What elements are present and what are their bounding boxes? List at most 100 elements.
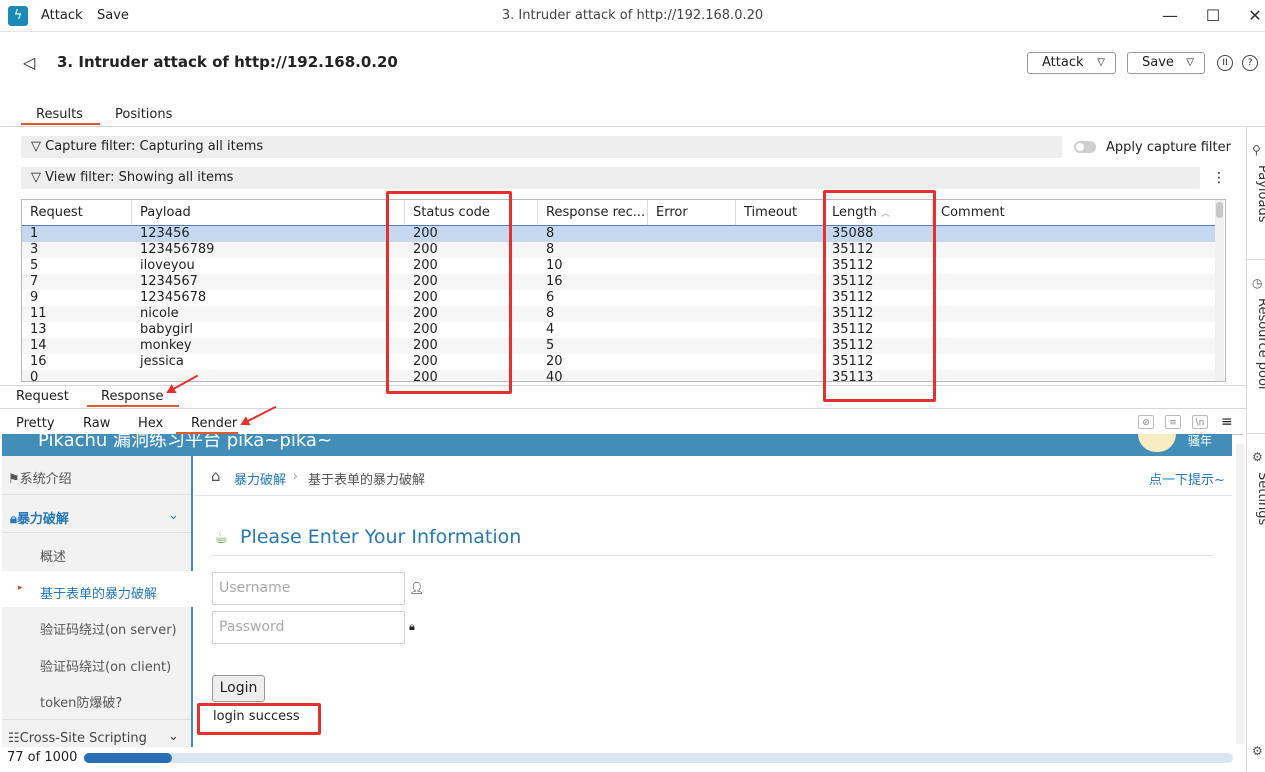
table-cell-request: 1: [30, 226, 39, 241]
column-header[interactable]: Comment: [933, 200, 1215, 225]
nav-item-captcha-server[interactable]: 验证码绕过(on server): [40, 619, 229, 638]
menu-icon[interactable]: ≡: [1221, 414, 1233, 430]
view-filter-label: View filter: Showing all items: [45, 170, 234, 185]
tab-response[interactable]: Response: [101, 389, 163, 404]
table-row[interactable]: 5 iloveyou 200 10 35112: [22, 258, 1215, 274]
column-header[interactable]: Timeout: [736, 200, 824, 225]
maximize-icon[interactable]: ☐: [1201, 4, 1225, 28]
login-button[interactable]: Login: [212, 675, 265, 702]
table-cell-received: 40: [546, 370, 563, 382]
nav-item-label: 系统介绍: [19, 472, 72, 487]
back-icon[interactable]: ◁: [18, 52, 40, 74]
chevron-down-icon: ⌄: [168, 729, 179, 744]
payloads-icon[interactable]: ⚲: [1252, 143, 1261, 157]
sidebar-item-payloads[interactable]: Payloads: [1255, 165, 1265, 222]
home-icon[interactable]: ⌂: [211, 467, 221, 485]
lock-icon: 🔒︎: [409, 620, 415, 633]
gear-icon[interactable]: ⚙: [1252, 744, 1263, 758]
table-cell-request: 14: [30, 338, 47, 353]
table-row[interactable]: 0 200 40 35113: [22, 370, 1215, 382]
tab-raw[interactable]: Raw: [83, 416, 110, 431]
column-header[interactable]: Response rec...: [538, 200, 648, 225]
nav-item-label: Cross-Site Scripting: [19, 731, 147, 746]
tabs-divider: [0, 126, 1265, 127]
table-row[interactable]: 11 nicole 200 8 35112: [22, 306, 1215, 322]
tab-hex[interactable]: Hex: [138, 416, 163, 431]
help-icon[interactable]: ?: [1242, 55, 1258, 71]
hint-link[interactable]: 点一下提示~: [1149, 469, 1225, 488]
sidebar-item-resource-pool[interactable]: Resource pool: [1255, 298, 1265, 390]
table-scrollbar[interactable]: [1215, 200, 1224, 381]
tab-response-underline: [87, 405, 179, 407]
nav-item-captcha-client[interactable]: 验证码绕过(on client): [40, 656, 229, 675]
newline-icon[interactable]: \n: [1192, 415, 1208, 429]
attack-button[interactable]: Attack ▽: [1027, 52, 1116, 74]
tab-request[interactable]: Request: [16, 389, 69, 404]
column-header[interactable]: Request: [22, 200, 132, 225]
page-title: 3. Intruder attack of http://192.168.0.2…: [57, 53, 398, 71]
chevron-down-icon: ⌄: [168, 508, 179, 523]
attack-button-label: Attack: [1042, 55, 1084, 70]
nav-item-form-brute-force[interactable]: 基于表单的暴力破解: [40, 583, 229, 602]
capture-filter-label: Capture filter: Capturing all items: [45, 139, 264, 154]
username-field[interactable]: Username: [212, 572, 405, 605]
wrap-icon[interactable]: ≡: [1165, 415, 1181, 429]
nav-item-brute-force[interactable]: 🔒︎暴力破解 ⌄: [10, 508, 199, 527]
save-button[interactable]: Save ▽: [1127, 52, 1205, 74]
column-header[interactable]: Payload: [132, 200, 405, 225]
nav-item-intro[interactable]: ⚑系统介绍: [8, 468, 197, 487]
pause-icon[interactable]: II: [1217, 55, 1233, 71]
window-title: 3. Intruder attack of http://192.168.0.2…: [501, 8, 764, 23]
form-title: Please Enter Your Information: [240, 526, 522, 548]
annotation-login-box: [197, 703, 321, 735]
divider: [0, 385, 1246, 386]
table-row[interactable]: 14 monkey 200 5 35112: [22, 338, 1215, 354]
table-scrollbar-thumb[interactable]: [1216, 202, 1223, 218]
breadcrumb-link[interactable]: 暴力破解: [234, 469, 286, 488]
tab-render[interactable]: Render: [191, 416, 237, 431]
table-cell-received: 20: [546, 354, 563, 369]
table-cell-received: 4: [546, 322, 555, 337]
hide-icon[interactable]: ⊘: [1138, 415, 1154, 429]
capture-filter-bar[interactable]: ▽ Capture filter: Capturing all items: [21, 136, 1062, 158]
table-cell-request: 5: [30, 258, 39, 273]
close-icon[interactable]: ✕: [1243, 4, 1265, 28]
tab-pretty[interactable]: Pretty: [16, 416, 55, 431]
apply-capture-filter-label: Apply capture filter: [1106, 140, 1231, 155]
nav-item-label: 暴力破解: [16, 512, 69, 527]
render-scrollbar[interactable]: [1236, 444, 1244, 744]
column-header[interactable]: Error: [648, 200, 736, 225]
more-options-icon[interactable]: ⋮: [1212, 170, 1226, 186]
table-cell-payload: 1234567: [140, 274, 198, 289]
render-banner: Pikachu 漏洞练习平台 pika~pika~: [2, 434, 1232, 456]
nav-item-overview[interactable]: 概述: [40, 546, 229, 565]
view-filter-bar[interactable]: ▽ View filter: Showing all items: [21, 167, 1200, 189]
banner-user: 骚年: [1188, 434, 1213, 448]
nav-divider: [2, 494, 191, 495]
minimize-icon[interactable]: —: [1158, 4, 1182, 28]
apply-capture-filter-toggle[interactable]: [1074, 141, 1096, 153]
table-row[interactable]: 13 babygirl 200 4 35112: [22, 322, 1215, 338]
tab-results-underline: [21, 123, 100, 125]
tab-results[interactable]: Results: [36, 107, 83, 122]
sidebar-item-settings[interactable]: Settings: [1255, 472, 1265, 525]
filter-icon: ▽: [31, 139, 41, 154]
table-row[interactable]: 1 123456 200 8 35088: [22, 225, 1216, 243]
nav-divider: [2, 719, 191, 720]
table-row[interactable]: 7 1234567 200 16 35112: [22, 274, 1215, 290]
annotation-status-box: [386, 191, 512, 394]
user-icon: 👤︎: [409, 581, 425, 595]
lock-icon: 🔒︎: [10, 512, 17, 527]
settings-icon[interactable]: ⚙: [1252, 450, 1263, 464]
table-cell-payload: jessica: [140, 354, 184, 369]
password-field[interactable]: Password: [212, 611, 405, 644]
tab-positions[interactable]: Positions: [115, 107, 172, 122]
progress-bar: [84, 753, 1233, 763]
table-row[interactable]: 3 123456789 200 8 35112: [22, 242, 1215, 258]
nav-divider: [2, 532, 191, 533]
resource-pool-icon[interactable]: ◷: [1252, 276, 1262, 290]
nav-item-xss[interactable]: ☷Cross-Site Scripting ⌄: [8, 729, 197, 746]
table-cell-received: 8: [546, 306, 555, 321]
table-row[interactable]: 9 12345678 200 6 35112: [22, 290, 1215, 306]
table-row[interactable]: 16 jessica 200 20 35112: [22, 354, 1215, 370]
